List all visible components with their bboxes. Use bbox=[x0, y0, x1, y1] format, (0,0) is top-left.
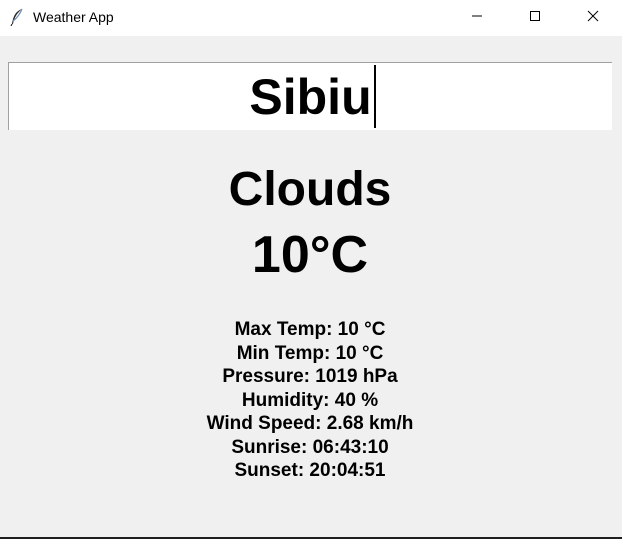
weather-condition: Clouds bbox=[228, 163, 392, 216]
max-temp-label: Max Temp: 10 °C bbox=[234, 319, 386, 340]
sunrise-label: Sunrise: 06:43:10 bbox=[231, 436, 389, 458]
window-title: Weather App bbox=[33, 9, 114, 25]
minimize-button[interactable] bbox=[448, 0, 506, 36]
current-temperature: 10°C bbox=[251, 226, 369, 284]
city-search-input[interactable] bbox=[8, 62, 612, 130]
maximize-icon bbox=[529, 9, 541, 27]
title-bar[interactable]: Weather App bbox=[0, 0, 622, 36]
pressure-label: Pressure: 1019 hPa bbox=[222, 366, 398, 387]
sunset-label: Sunset: 20:04:51 bbox=[234, 460, 386, 481]
close-icon bbox=[587, 9, 599, 27]
humidity-label: Humidity: 40 % bbox=[241, 389, 379, 411]
weather-details: Max Temp: 10 °C Min Temp: 10 °C Pressure… bbox=[0, 318, 620, 483]
feather-icon bbox=[10, 8, 24, 27]
min-temp-label: Min Temp: 10 °C bbox=[236, 342, 384, 364]
text-cursor bbox=[374, 65, 376, 128]
app-window: Weather App Clouds 10°C Max Temp: 10 °C … bbox=[0, 0, 622, 539]
maximize-button[interactable] bbox=[506, 0, 564, 36]
close-button[interactable] bbox=[564, 0, 622, 36]
minimize-icon bbox=[471, 9, 483, 27]
wind-speed-label: Wind Speed: 2.68 km/h bbox=[206, 413, 414, 434]
